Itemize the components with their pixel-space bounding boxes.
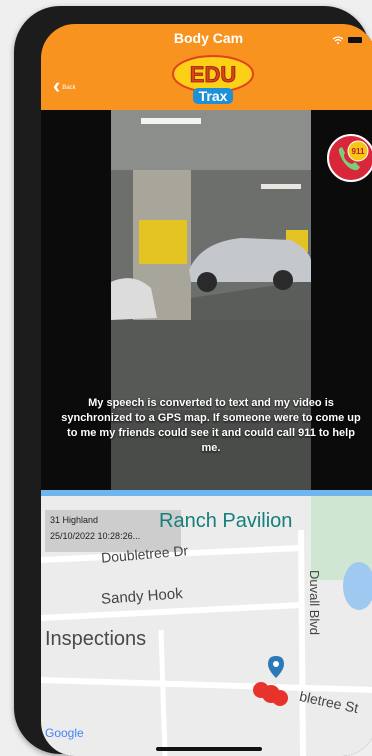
call-911-button[interactable]: 911 bbox=[327, 134, 372, 182]
google-logo: Google bbox=[45, 726, 84, 740]
location-pin-icon bbox=[268, 656, 284, 678]
video-feed[interactable]: My speech is converted to text and my vi… bbox=[41, 110, 372, 490]
phone-frame: Body Cam ‹ Back EDU Trax My speech is co… bbox=[14, 6, 372, 756]
map-label-ranch-pavilion: Ranch Pavilion bbox=[159, 510, 293, 532]
page-title: Body Cam bbox=[173, 30, 244, 46]
back-chevron-icon: ‹ bbox=[53, 73, 61, 98]
battery-icon bbox=[348, 37, 362, 43]
app-screen: Body Cam ‹ Back EDU Trax My speech is co… bbox=[41, 24, 372, 756]
location-info-line1: 31 Highland bbox=[50, 515, 99, 525]
logo-text-bottom: Trax bbox=[199, 88, 228, 104]
home-indicator bbox=[156, 747, 262, 751]
status-icons bbox=[333, 36, 362, 44]
map-label-inspections: Inspections bbox=[45, 628, 147, 650]
location-info-line2: 25/10/2022 10:28:26... bbox=[50, 531, 141, 541]
map-label-duvall-blvd: Duvall Blvd bbox=[307, 570, 322, 636]
phone-911-icon: 911 bbox=[338, 140, 369, 171]
back-label: Back bbox=[62, 85, 76, 91]
wifi-icon bbox=[333, 36, 343, 44]
back-button[interactable]: ‹ Back bbox=[53, 73, 76, 98]
header-bar: Body Cam ‹ Back EDU Trax bbox=[41, 24, 372, 110]
gps-map[interactable]: 31 Highland 25/10/2022 10:28:26... Ranch… bbox=[41, 490, 372, 756]
logo-text-top: EDU bbox=[190, 62, 236, 87]
speech-to-text-caption: My speech is converted to text and my vi… bbox=[61, 397, 361, 454]
map-top-bar bbox=[41, 490, 372, 496]
emergency-label: 911 bbox=[352, 147, 365, 156]
edutrax-logo: EDU Trax bbox=[172, 55, 254, 104]
